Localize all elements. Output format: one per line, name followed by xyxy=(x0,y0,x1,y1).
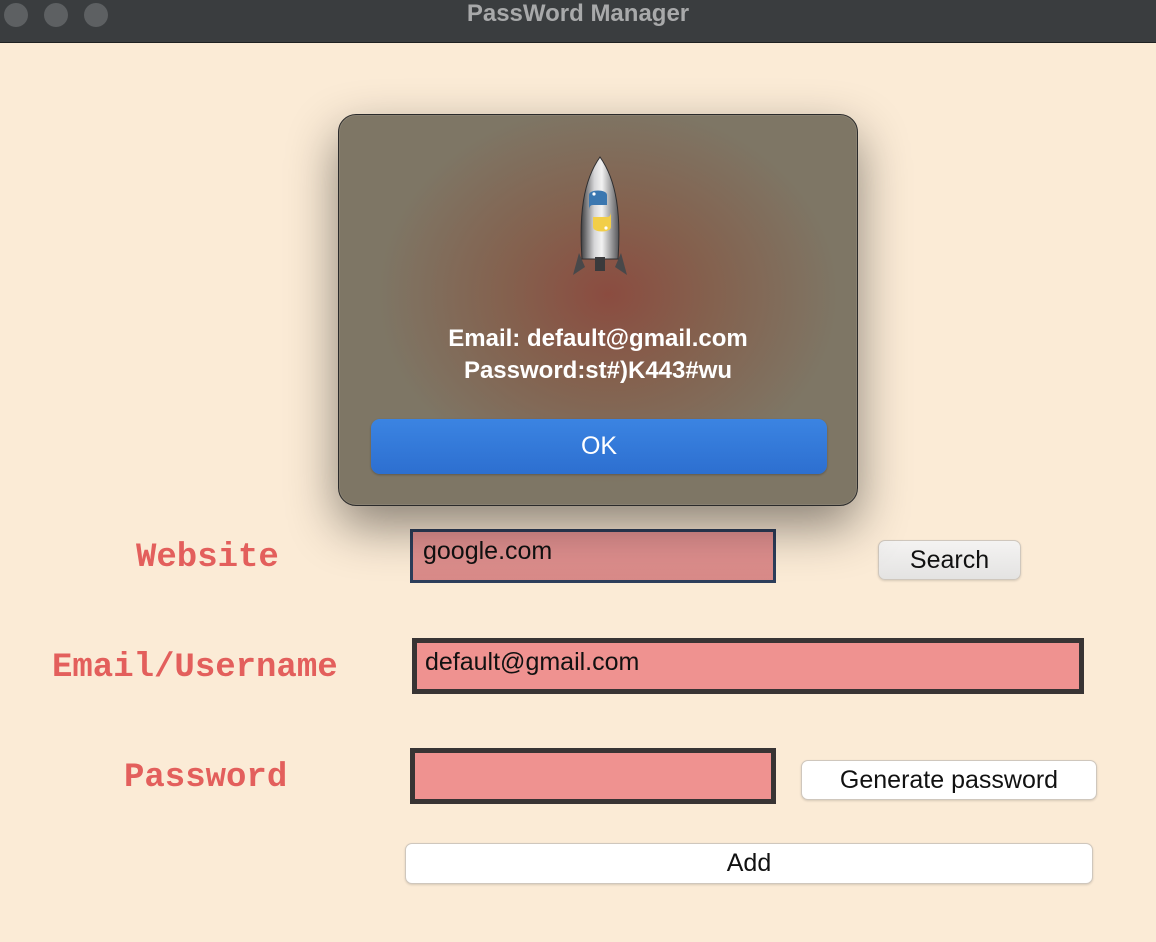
password-label: Password xyxy=(124,759,288,797)
alert-dialog: Email: default@gmail.com Password:st#)K4… xyxy=(338,114,858,506)
website-label: Website xyxy=(136,539,279,577)
email-input[interactable]: default@gmail.com xyxy=(412,638,1084,694)
website-input[interactable]: google.com xyxy=(410,529,776,583)
alert-email-text: Email: default@gmail.com xyxy=(448,325,748,352)
password-input[interactable] xyxy=(410,748,776,804)
ok-button[interactable]: OK xyxy=(371,419,827,474)
search-button[interactable]: Search xyxy=(878,540,1021,580)
email-username-label: Email/Username xyxy=(52,649,338,687)
app-window: PassWord Manager Website google.com Sear… xyxy=(0,0,1156,942)
generate-password-button[interactable]: Generate password xyxy=(801,760,1097,800)
python-launcher-rocket-icon xyxy=(573,156,627,275)
title-bar: PassWord Manager xyxy=(0,0,1156,43)
window-title: PassWord Manager xyxy=(466,0,690,27)
alert-password-text: Password:st#)K443#wu xyxy=(463,357,733,384)
add-button[interactable]: Add xyxy=(405,843,1093,884)
